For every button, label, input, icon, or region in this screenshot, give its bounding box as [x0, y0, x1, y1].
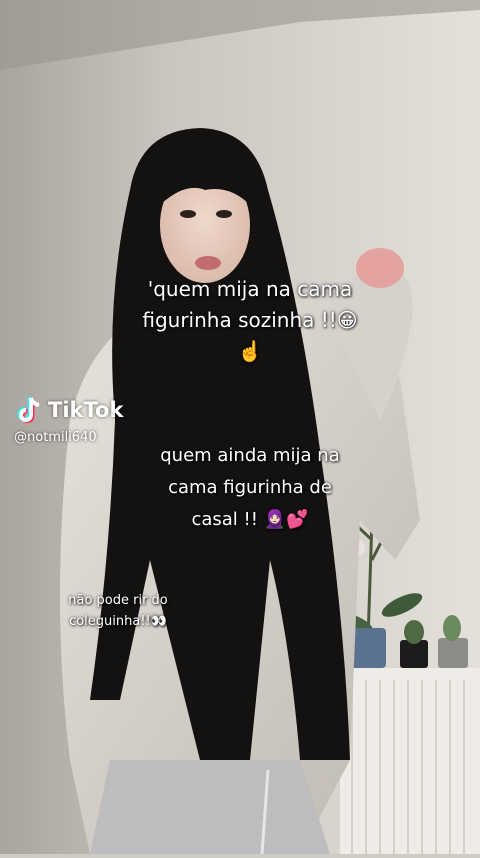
tiktok-brand-name: TikTok — [48, 398, 124, 422]
caption-third: não pode rir do coleguinha!!👀 — [48, 590, 188, 632]
caption-main-line-3: ☝️ — [237, 339, 263, 363]
tiktok-watermark: TikTok @notmili640 — [14, 394, 123, 445]
caption-second: quem ainda mija na cama figurinha de cas… — [120, 440, 380, 536]
caption-main: 'quem mija na cama figurinha sozinha !!😀… — [100, 274, 400, 367]
username-handle: @notmili640 — [14, 430, 97, 445]
tiktok-logo-icon — [17, 397, 40, 423]
caption-second-line-2: cama figurinha de — [168, 477, 332, 498]
caption-second-line-1: quem ainda mija na — [160, 445, 340, 466]
caption-main-line-1: 'quem mija na cama — [147, 277, 353, 301]
caption-second-line-3: casal !! 🧕🏻💕 — [191, 509, 309, 530]
radiator — [340, 668, 480, 854]
caption-main-line-2: figurinha sozinha !!😀 — [142, 308, 358, 332]
caption-third-line-1: não pode rir do — [68, 593, 168, 608]
caption-third-line-2: coleguinha!!👀 — [69, 614, 167, 629]
